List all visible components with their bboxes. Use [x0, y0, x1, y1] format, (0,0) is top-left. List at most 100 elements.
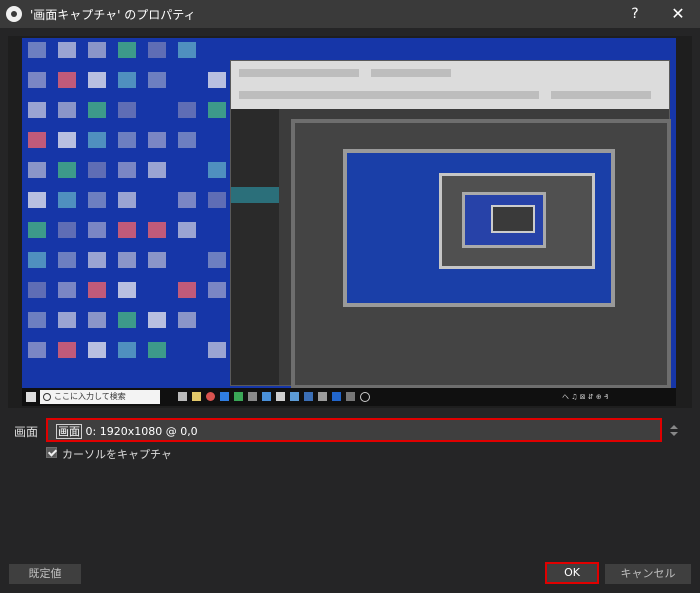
desktop-icon — [178, 192, 196, 208]
desktop-icon — [118, 222, 136, 238]
desktop-icon — [178, 102, 196, 118]
chevron-up-icon — [670, 425, 678, 429]
nested-preview — [291, 119, 671, 389]
desktop-icon — [28, 342, 46, 358]
desktop-icons — [22, 38, 226, 388]
desktop-icon — [88, 132, 106, 148]
taskbar: ここに入力して検索 へ ♫ ⊠ ⇵ ⊕ ₰ — [22, 388, 676, 406]
desktop-icon — [88, 282, 106, 298]
desktop-icon — [28, 72, 46, 88]
desktop-icon — [178, 312, 196, 328]
desktop-icon — [208, 342, 226, 358]
desktop-icon — [118, 132, 136, 148]
system-tray: へ ♫ ⊠ ⇵ ⊕ ₰ — [562, 393, 609, 401]
taskview-icon — [178, 392, 187, 401]
app-icon-2 — [318, 392, 327, 401]
desktop-icon — [88, 342, 106, 358]
desktop-icon — [58, 192, 76, 208]
desktop-icon — [118, 282, 136, 298]
desktop-icon — [88, 42, 106, 58]
mail-icon — [262, 392, 271, 401]
desktop-icon — [148, 342, 166, 358]
desktop-icon — [208, 252, 226, 268]
desktop-icon — [58, 252, 76, 268]
folder-icon — [192, 392, 201, 401]
start-icon — [26, 392, 36, 402]
word-icon — [304, 392, 313, 401]
desktop-icon — [118, 162, 136, 178]
chrome-icon — [206, 392, 215, 401]
desktop-icon — [148, 222, 166, 238]
defaults-button[interactable]: 既定値 — [9, 564, 81, 584]
desktop-icon — [28, 102, 46, 118]
desktop-icon — [58, 222, 76, 238]
desktop-icon — [208, 102, 226, 118]
obs-logo-icon — [6, 6, 22, 22]
help-button[interactable]: ? — [622, 0, 648, 28]
desktop-icon — [28, 252, 46, 268]
desktop-icon — [88, 312, 106, 328]
desktop-icon — [118, 312, 136, 328]
screen-select[interactable]: 画面 0: 1920x1080 @ 0,0 — [46, 418, 662, 442]
desktop-icon — [58, 102, 76, 118]
captured-window — [230, 60, 671, 389]
chevron-down-icon — [670, 432, 678, 436]
desktop-icon — [178, 222, 196, 238]
desktop-icon — [208, 282, 226, 298]
excel-icon — [234, 392, 243, 401]
desktop-icon — [208, 72, 226, 88]
desktop-icon — [118, 42, 136, 58]
desktop-icon — [28, 162, 46, 178]
desktop-icon — [88, 162, 106, 178]
desktop-icon — [28, 42, 46, 58]
desktop-icon — [88, 252, 106, 268]
store-icon — [290, 392, 299, 401]
desktop-icon — [88, 222, 106, 238]
desktop-icon — [58, 312, 76, 328]
calculator-icon — [276, 392, 285, 401]
close-button[interactable]: ✕ — [662, 0, 694, 28]
screen-label: 画面 — [14, 425, 39, 439]
desktop-icon — [58, 72, 76, 88]
desktop-icon — [58, 132, 76, 148]
capture-cursor-checkbox[interactable] — [46, 447, 57, 458]
desktop-icon — [118, 252, 136, 268]
obs-taskbar-icon — [360, 392, 370, 402]
title-bar: '画面キャプチャ' のプロパティ ? ✕ — [0, 0, 700, 28]
desktop-icon — [58, 342, 76, 358]
taskbar-search: ここに入力して検索 — [40, 390, 160, 404]
nested-preview-4 — [462, 192, 546, 248]
captured-window-menu — [231, 61, 669, 109]
desktop-icon — [178, 132, 196, 148]
screen-select-value: 画面 0: 1920x1080 @ 0,0 — [56, 424, 198, 439]
edge-icon — [220, 392, 229, 401]
desktop-icon — [58, 282, 76, 298]
desktop-icon — [118, 342, 136, 358]
cancel-button[interactable]: キャンセル — [605, 564, 691, 584]
nested-preview-2 — [343, 149, 615, 307]
desktop-icon — [208, 192, 226, 208]
ok-button[interactable]: OK — [545, 562, 599, 584]
screen-preview: ここに入力して検索 へ ♫ ⊠ ⇵ ⊕ ₰ — [22, 38, 676, 406]
capture-cursor-label: カーソルをキャプチャ — [62, 448, 172, 461]
desktop-icon — [178, 42, 196, 58]
desktop-icon — [58, 162, 76, 178]
app-icon-4 — [346, 392, 355, 401]
desktop-icon — [88, 192, 106, 208]
window-title: '画面キャプチャ' のプロパティ — [30, 8, 196, 22]
desktop-icon — [28, 312, 46, 328]
nested-preview-3 — [439, 173, 595, 269]
desktop-icon — [118, 102, 136, 118]
desktop-icon — [148, 312, 166, 328]
desktop-icon — [118, 72, 136, 88]
desktop-icon — [148, 132, 166, 148]
desktop-icon — [88, 72, 106, 88]
desktop-icon — [28, 132, 46, 148]
desktop-icon — [148, 162, 166, 178]
select-spinner[interactable] — [666, 420, 684, 440]
desktop-icon — [28, 222, 46, 238]
desktop-icon — [148, 252, 166, 268]
desktop-icon — [28, 282, 46, 298]
captured-window-sidebar — [231, 109, 279, 385]
desktop-icon — [58, 42, 76, 58]
